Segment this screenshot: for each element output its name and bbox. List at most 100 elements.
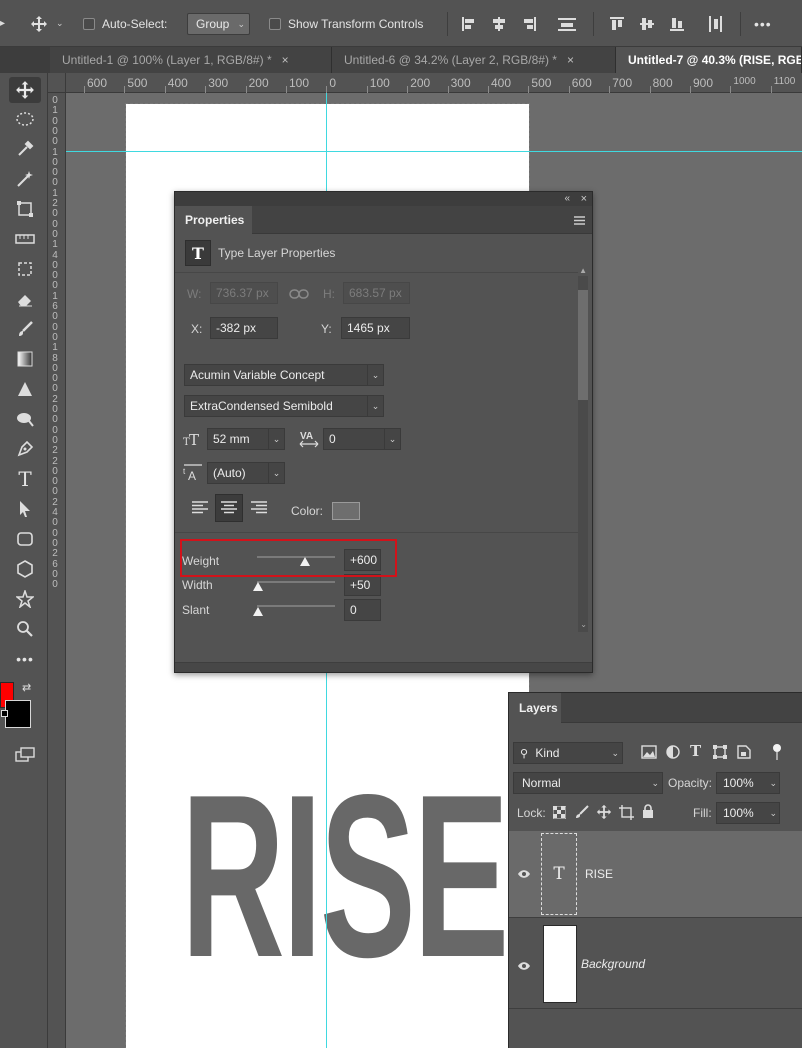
tab-properties[interactable]: Properties — [175, 206, 252, 234]
panel-resize-bar[interactable] — [175, 662, 592, 672]
magic-wand-icon[interactable] — [9, 166, 41, 192]
layer-name[interactable]: Background — [581, 957, 645, 971]
distribute-vertical-icon[interactable] — [557, 0, 577, 47]
gradient-icon[interactable] — [9, 346, 41, 372]
eyedropper-icon[interactable] — [9, 136, 41, 162]
tab-layers[interactable]: Layers — [509, 693, 561, 723]
filter-toggle-icon[interactable] — [772, 743, 782, 764]
layer-row-rise[interactable]: T RISE — [509, 831, 802, 918]
visibility-eye-icon[interactable] — [517, 868, 531, 882]
lock-all-icon[interactable] — [642, 804, 654, 822]
polygon-tool-icon[interactable] — [9, 556, 41, 582]
font-family-dropdown[interactable]: Acumin Variable Concept ⌄ — [184, 364, 384, 386]
scroll-up-icon[interactable]: ▲ — [579, 266, 587, 275]
auto-select-checkbox[interactable] — [83, 0, 95, 47]
scrollbar-thumb[interactable] — [578, 290, 588, 400]
x-field[interactable]: -382 px — [210, 317, 278, 339]
lock-pixels-icon[interactable] — [575, 805, 589, 822]
layer-name[interactable]: RISE — [585, 867, 613, 881]
show-transform-checkbox[interactable] — [269, 0, 281, 47]
frame-icon[interactable] — [9, 256, 41, 282]
sharpen-icon[interactable] — [9, 376, 41, 402]
tracking-dropdown[interactable]: 0 ⌄ — [323, 428, 401, 450]
more-options-icon[interactable]: ••• — [754, 0, 772, 47]
panel-scrollbar[interactable] — [578, 276, 588, 632]
slant-slider-track[interactable] — [257, 605, 335, 607]
filter-shape-icon[interactable] — [713, 745, 727, 762]
align-right-edges-icon[interactable] — [521, 0, 537, 47]
pen-icon[interactable] — [9, 436, 41, 462]
close-icon[interactable]: × — [282, 53, 289, 67]
ruler-tick — [609, 86, 611, 93]
screen-mode-icon[interactable] — [9, 742, 41, 768]
width-slider-thumb[interactable] — [253, 582, 263, 591]
y-field[interactable]: 1465 px — [341, 317, 410, 339]
align-center-text-button[interactable] — [215, 494, 243, 522]
font-style-dropdown[interactable]: ExtraCondensed Semibold ⌄ — [184, 395, 384, 417]
rectangle-tool-icon[interactable] — [9, 526, 41, 552]
move-tool-preset-icon[interactable]: ⌄ — [30, 0, 64, 47]
text-color-swatch[interactable] — [332, 502, 360, 520]
visibility-eye-icon[interactable] — [517, 960, 531, 974]
align-left-edges-icon[interactable] — [461, 0, 477, 47]
align-vertical-centers-icon[interactable] — [639, 0, 655, 47]
align-left-text-button[interactable] — [186, 494, 214, 522]
slant-slider-thumb[interactable] — [253, 607, 263, 616]
scroll-down-icon[interactable]: ⌄ — [580, 620, 587, 629]
vertical-ruler: 0100010001200014000160001800020000220002… — [48, 93, 66, 1048]
ruler-origin[interactable] — [48, 73, 66, 93]
brush-icon[interactable] — [9, 316, 41, 342]
rise-text-layer[interactable]: RISE — [181, 761, 509, 993]
zoom-icon[interactable] — [9, 616, 41, 642]
default-colors-icon[interactable] — [1, 710, 8, 717]
auto-select-dropdown[interactable]: Group ⌄ — [187, 0, 250, 47]
filter-pixel-icon[interactable] — [641, 745, 657, 762]
lock-artboard-icon[interactable] — [619, 805, 634, 823]
align-horizontal-centers-icon[interactable] — [491, 0, 507, 47]
x-label: X: — [191, 322, 203, 336]
distribute-horizontal-icon[interactable] — [707, 0, 723, 47]
background-color-swatch[interactable] — [5, 700, 31, 728]
lock-position-icon[interactable] — [596, 804, 612, 823]
align-right-text-button[interactable] — [245, 494, 273, 522]
leading-dropdown[interactable]: (Auto) ⌄ — [207, 462, 285, 484]
elliptical-marquee-icon[interactable] — [9, 106, 41, 132]
layer-filter-dropdown[interactable]: ⚲ Kind ⌄ — [513, 742, 623, 764]
opacity-field[interactable]: 100% ⌄ — [716, 772, 780, 794]
layer-row-background[interactable]: Background — [509, 919, 802, 1009]
swap-colors-icon[interactable]: ⇄ — [22, 681, 31, 694]
width-slider-track[interactable] — [257, 581, 335, 583]
blend-mode-dropdown[interactable]: Normal ⌄ — [513, 772, 663, 794]
eraser-icon[interactable] — [9, 286, 41, 312]
horizontal-guide[interactable] — [66, 151, 802, 152]
align-bottom-edges-icon[interactable] — [669, 0, 685, 47]
tab-untitled-7[interactable]: Untitled-7 @ 40.3% (RISE, RGB/8#) * — [616, 47, 802, 73]
close-icon[interactable]: × — [567, 53, 574, 67]
filter-adjustment-icon[interactable] — [666, 745, 680, 762]
panel-menu-icon[interactable] — [574, 214, 585, 228]
panel-header-bar[interactable]: « × — [175, 192, 592, 206]
collapse-panel-icon[interactable]: « — [564, 192, 570, 206]
fill-field[interactable]: 100% ⌄ — [716, 802, 780, 824]
perspective-crop-icon[interactable] — [9, 196, 41, 222]
path-selection-icon[interactable] — [9, 496, 41, 522]
lock-transparent-icon[interactable] — [552, 805, 567, 822]
dodge-icon[interactable] — [9, 406, 41, 432]
edit-toolbar-icon[interactable]: ••• — [9, 646, 41, 672]
ruler-icon[interactable] — [9, 226, 41, 252]
tab-untitled-6[interactable]: Untitled-6 @ 34.2% (Layer 2, RGB/8#) * × — [332, 47, 616, 73]
font-size-dropdown[interactable]: 52 mm ⌄ — [207, 428, 285, 450]
tab-untitled-1[interactable]: Untitled-1 @ 100% (Layer 1, RGB/8#) * × — [50, 47, 332, 73]
align-top-edges-icon[interactable] — [609, 0, 625, 47]
move-tool-icon[interactable] — [9, 77, 41, 103]
filter-smart-object-icon[interactable] — [737, 745, 751, 762]
filter-type-icon[interactable]: T — [690, 742, 701, 760]
custom-shape-icon[interactable] — [9, 586, 41, 612]
tool-preset-chevron[interactable]: ▸ — [0, 0, 14, 47]
slant-field[interactable]: 0 — [344, 599, 381, 621]
chevron-down-icon: ⌄ — [237, 18, 245, 29]
options-bar: ▸ ⌄ Auto-Select: Group ⌄ Show Transform C… — [0, 0, 802, 47]
type-tool-icon[interactable]: T — [9, 466, 41, 492]
width-axis-field[interactable]: +50 — [344, 574, 381, 596]
close-panel-icon[interactable]: × — [581, 192, 587, 206]
